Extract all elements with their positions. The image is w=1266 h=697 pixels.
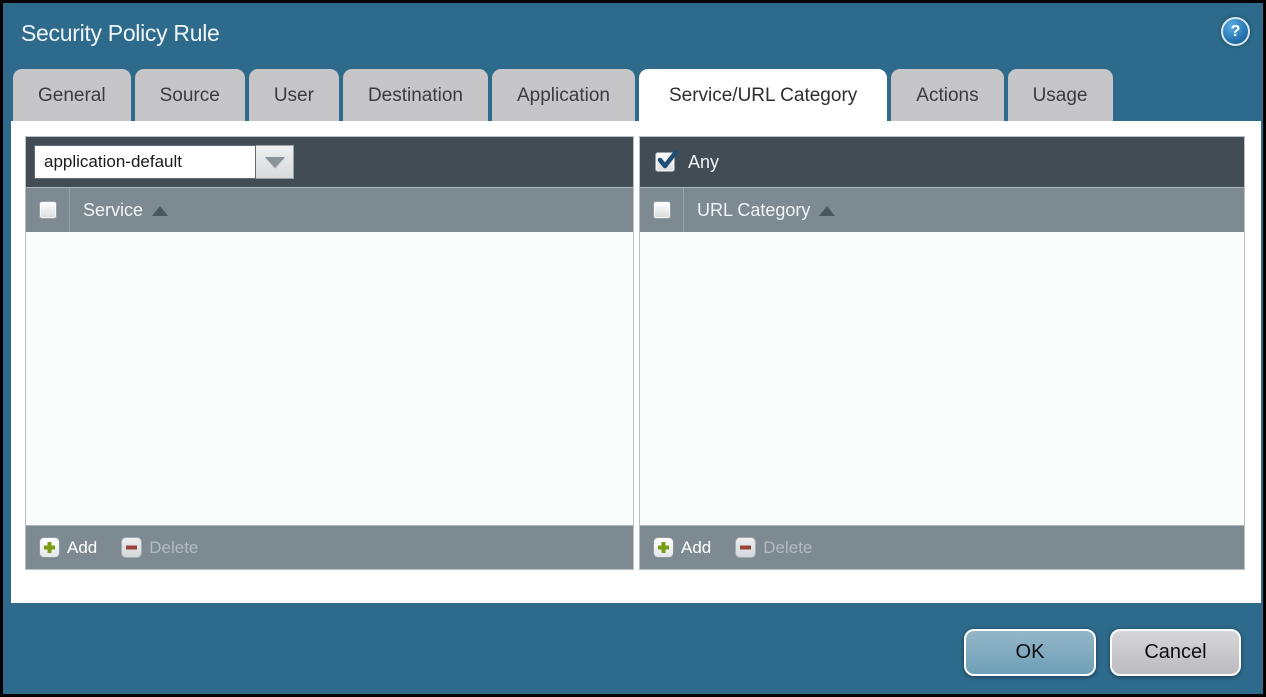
minus-icon bbox=[735, 537, 756, 558]
service-type-dropdown-button[interactable] bbox=[256, 145, 294, 179]
help-icon[interactable]: ? bbox=[1221, 17, 1250, 46]
service-type-dropdown-value[interactable]: application-default bbox=[34, 145, 256, 179]
tab-general[interactable]: General bbox=[13, 69, 131, 121]
tab-content-area: application-default Service bbox=[11, 121, 1261, 603]
service-delete-button[interactable]: Delete bbox=[121, 537, 198, 558]
service-toolbar: application-default bbox=[26, 137, 633, 187]
url-category-toolbar: Any bbox=[640, 137, 1244, 187]
tab-user[interactable]: User bbox=[249, 69, 339, 121]
url-category-table-header: URL Category bbox=[640, 187, 1244, 232]
url-category-table-body[interactable] bbox=[640, 232, 1244, 525]
sort-ascending-icon bbox=[819, 206, 835, 216]
url-category-delete-button[interactable]: Delete bbox=[735, 537, 812, 558]
url-category-column-header[interactable]: URL Category bbox=[684, 188, 835, 232]
service-column-label: Service bbox=[83, 200, 143, 221]
service-add-button[interactable]: Add bbox=[39, 537, 97, 558]
sort-ascending-icon bbox=[152, 206, 168, 216]
cancel-button[interactable]: Cancel bbox=[1110, 629, 1241, 676]
any-label: Any bbox=[688, 152, 719, 173]
tab-source[interactable]: Source bbox=[135, 69, 245, 121]
service-header-checkcell bbox=[26, 188, 70, 232]
any-checkbox[interactable] bbox=[655, 152, 675, 172]
chevron-down-icon bbox=[265, 157, 285, 168]
checkmark-icon bbox=[656, 148, 680, 172]
plus-icon bbox=[653, 537, 674, 558]
url-category-add-button[interactable]: Add bbox=[653, 537, 711, 558]
url-category-panel: Any URL Category bbox=[639, 136, 1245, 570]
url-category-footer-toolbar: Add Delete bbox=[640, 525, 1244, 569]
tab-usage[interactable]: Usage bbox=[1008, 69, 1113, 121]
page-title: Security Policy Rule bbox=[21, 20, 220, 47]
add-label: Add bbox=[67, 538, 97, 558]
service-table-header: Service bbox=[26, 187, 633, 232]
minus-icon bbox=[121, 537, 142, 558]
service-select-all-checkbox[interactable] bbox=[39, 201, 57, 219]
tab-destination[interactable]: Destination bbox=[343, 69, 488, 121]
plus-icon bbox=[39, 537, 60, 558]
tab-application[interactable]: Application bbox=[492, 69, 635, 121]
add-label: Add bbox=[681, 538, 711, 558]
url-category-column-label: URL Category bbox=[697, 200, 810, 221]
service-column-header[interactable]: Service bbox=[70, 188, 168, 232]
url-category-select-all-checkbox[interactable] bbox=[653, 201, 671, 219]
delete-label: Delete bbox=[763, 538, 812, 558]
any-row: Any bbox=[648, 152, 719, 173]
tab-actions[interactable]: Actions bbox=[891, 69, 1003, 121]
ok-button[interactable]: OK bbox=[964, 629, 1096, 676]
service-footer-toolbar: Add Delete bbox=[26, 525, 633, 569]
service-table-body[interactable] bbox=[26, 232, 633, 525]
service-panel: application-default Service bbox=[25, 136, 634, 570]
tab-bar: General Source User Destination Applicat… bbox=[13, 69, 1113, 121]
tab-service-url-category[interactable]: Service/URL Category bbox=[639, 69, 887, 121]
service-type-dropdown[interactable]: application-default bbox=[34, 145, 294, 179]
delete-label: Delete bbox=[149, 538, 198, 558]
security-policy-rule-dialog: Security Policy Rule ? General Source Us… bbox=[0, 0, 1266, 697]
url-category-header-checkcell bbox=[640, 188, 684, 232]
